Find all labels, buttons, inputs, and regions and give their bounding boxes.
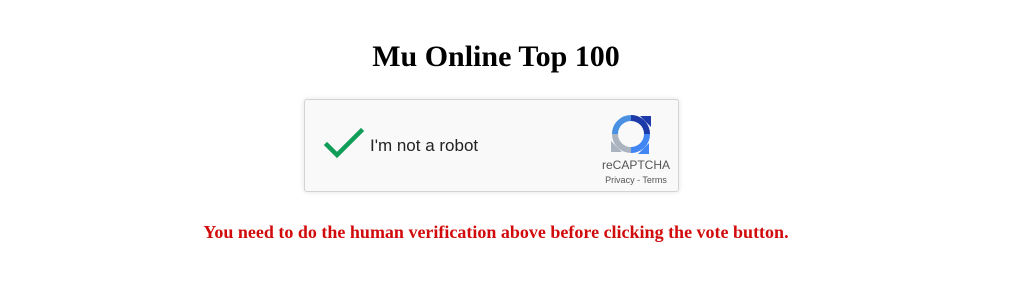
recaptcha-logo-icon (611, 115, 651, 154)
recaptcha-brand: reCAPTCHA (601, 158, 670, 172)
captcha-label[interactable]: I'm not a robot (370, 135, 478, 157)
privacy-link[interactable]: Privacy (605, 175, 635, 185)
terms-link[interactable]: Terms (642, 175, 667, 185)
checkmark-icon (323, 127, 365, 159)
recaptcha-widget: I'm not a robot reCAPTCHA Privacy - Term… (304, 99, 679, 192)
recaptcha-links: Privacy - Terms (583, 175, 689, 186)
captcha-checkbox[interactable] (323, 127, 365, 161)
page-title: Mu Online Top 100 (372, 40, 620, 73)
verification-warning: You need to do the human verification ab… (203, 222, 789, 242)
